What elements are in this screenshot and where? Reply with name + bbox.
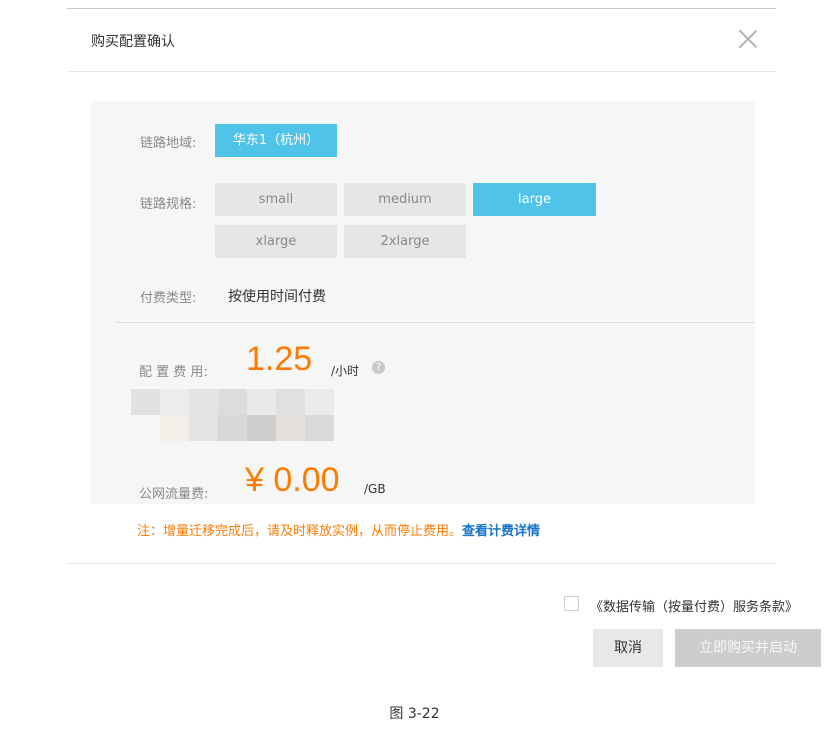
spec-option-medium[interactable]: medium	[344, 183, 466, 216]
purchase-confirm-dialog: 购买配置确认 链路地域: 华东1（杭州） 链路规格: small medium …	[67, 8, 821, 668]
agreement-checkbox[interactable]	[564, 596, 579, 611]
billing-details-link[interactable]: 查看计费详情	[462, 524, 540, 539]
spec-label: 链路规格:	[140, 197, 197, 212]
config-panel: 链路地域: 华东1（杭州） 链路规格: small medium large x…	[91, 101, 755, 504]
dialog-header: 购买配置确认	[67, 9, 776, 72]
traffic-fee-amount: ¥ 0.00	[245, 461, 340, 499]
config-fee-amount: 1.25	[246, 340, 313, 378]
traffic-fee-label: 公网流量费:	[139, 487, 209, 502]
close-icon[interactable]	[738, 29, 758, 49]
footer-divider	[67, 563, 776, 564]
spec-option-large[interactable]: large	[473, 183, 596, 216]
traffic-fee-unit: /GB	[364, 482, 386, 496]
buy-and-start-button[interactable]: 立即购买并启动	[675, 629, 821, 667]
figure-caption: 图 3-22	[389, 706, 440, 722]
redacted-content	[131, 389, 336, 445]
billing-note-text: 注：增量迁移完成后，请及时释放实例，从而停止费用。	[137, 524, 463, 539]
spec-option-2xlarge[interactable]: 2xlarge	[344, 225, 466, 258]
billing-note: 注：增量迁移完成后，请及时释放实例，从而停止费用。查看计费详情	[137, 520, 540, 539]
spec-option-small[interactable]: small	[215, 183, 337, 216]
agreement-link[interactable]: 《数据传输（按量付费）服务条款》	[590, 596, 798, 615]
region-option-hangzhou[interactable]: 华东1（杭州）	[215, 124, 337, 157]
dialog-title: 购买配置确认	[91, 34, 175, 50]
pay-type-value: 按使用时间付费	[228, 289, 326, 305]
help-icon[interactable]: ?	[372, 361, 385, 374]
spec-option-xlarge[interactable]: xlarge	[215, 225, 337, 258]
pay-type-label: 付费类型:	[140, 291, 197, 306]
region-label: 链路地域:	[140, 136, 197, 151]
section-divider	[115, 322, 755, 323]
config-fee-unit: /小时	[331, 364, 360, 378]
config-fee-label: 配 置 费 用:	[139, 365, 208, 380]
cancel-button[interactable]: 取消	[593, 629, 663, 667]
